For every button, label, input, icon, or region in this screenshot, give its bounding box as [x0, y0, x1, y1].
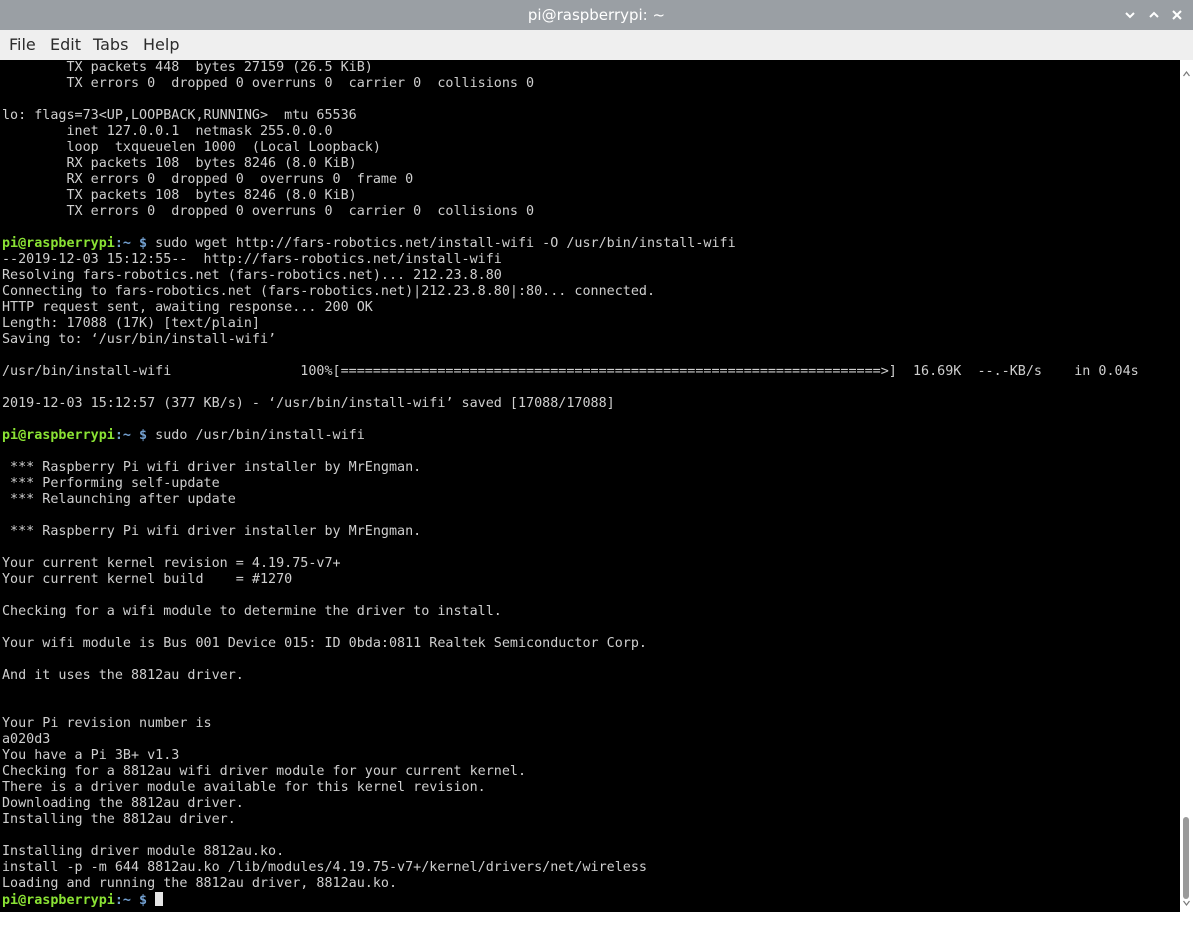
terminal-output[interactable]: TX packets 448 bytes 27159 (26.5 KiB) TX… [0, 60, 1180, 912]
terminal-line: Your current kernel build = #1270 [2, 572, 293, 587]
terminal-line: Downloading the 8812au driver. [2, 796, 244, 811]
terminal-line: loop txqueuelen 1000 (Local Loopback) [2, 140, 381, 155]
terminal-line: lo: flags=73<UP,LOOPBACK,RUNNING> mtu 65… [2, 108, 357, 123]
text-cursor [155, 892, 164, 906]
terminal-line: TX packets 448 bytes 27159 (26.5 KiB) [2, 60, 373, 75]
terminal-line: Your current kernel revision = 4.19.75-v… [2, 556, 341, 571]
chevron-up-icon [1145, 6, 1163, 24]
terminal-line: RX errors 0 dropped 0 overruns 0 frame 0 [2, 172, 414, 187]
terminal-line: TX packets 108 bytes 8246 (8.0 KiB) [2, 188, 357, 203]
terminal-line: Connecting to fars-robotics.net (fars-ro… [2, 284, 656, 299]
chevron-down-icon [1121, 6, 1139, 24]
prompt-user: pi@raspberrypi [2, 236, 115, 251]
terminal-line: a020d3 [2, 732, 51, 747]
prompt-user: pi@raspberrypi [2, 428, 115, 443]
menu-file[interactable]: File [8, 30, 37, 60]
command-text: sudo /usr/bin/install-wifi [147, 428, 365, 443]
terminal-line: There is a driver module available for t… [2, 780, 486, 795]
scroll-down-arrow-icon[interactable] [1183, 891, 1190, 910]
terminal-line: /usr/bin/install-wifi 100%[=============… [2, 364, 1139, 379]
terminal-line: HTTP request sent, awaiting response... … [2, 300, 373, 315]
terminal-line: inet 127.0.0.1 netmask 255.0.0.0 [2, 124, 333, 139]
terminal-line: Checking for a wifi module to determine … [2, 604, 502, 619]
terminal-line: install -p -m 644 8812au.ko /lib/modules… [2, 860, 647, 875]
command-text: sudo wget http://fars-robotics.net/insta… [147, 236, 736, 251]
terminal-line: Resolving fars-robotics.net (fars-roboti… [2, 268, 502, 283]
scrollbar-thumb[interactable] [1183, 817, 1189, 899]
terminal-line: And it uses the 8812au driver. [2, 668, 244, 683]
terminal-line: Your wifi module is Bus 001 Device 015: … [2, 636, 647, 651]
terminal-prompt-line: pi@raspberrypi:~ $ [2, 892, 164, 908]
vertical-scrollbar[interactable] [1180, 60, 1193, 912]
terminal-line: Installing the 8812au driver. [2, 812, 236, 827]
terminal-line: 2019-12-03 15:12:57 (377 KB/s) - ‘/usr/b… [2, 396, 615, 411]
terminal-line: Saving to: ‘/usr/bin/install-wifi’ [2, 332, 277, 347]
terminal-line: *** Performing self-update [2, 476, 220, 491]
menu-help[interactable]: Help [142, 30, 180, 60]
prompt-path: :~ $ [114, 893, 148, 908]
menu-bar: File Edit Tabs Help [0, 30, 1193, 60]
window-bottom-edge [0, 912, 1193, 945]
prompt-path: :~ $ [114, 236, 148, 251]
terminal-line: Loading and running the 8812au driver, 8… [2, 876, 398, 891]
terminal-line: *** Relaunching after update [2, 492, 236, 507]
prompt-user: pi@raspberrypi [2, 893, 115, 908]
close-button[interactable] [1168, 6, 1186, 24]
close-icon [1168, 6, 1186, 24]
terminal-line: *** Raspberry Pi wifi driver installer b… [2, 460, 422, 475]
prompt-path: :~ $ [114, 428, 148, 443]
window-title: pi@raspberrypi: ~ [527, 6, 666, 24]
terminal-prompt-line: pi@raspberrypi:~ $ sudo /usr/bin/install… [2, 428, 365, 444]
terminal-line: --2019-12-03 15:12:55-- http://fars-robo… [2, 252, 502, 267]
menu-edit[interactable]: Edit [49, 30, 82, 60]
terminal-line: *** Raspberry Pi wifi driver installer b… [2, 524, 422, 539]
terminal-prompt-line: pi@raspberrypi:~ $ sudo wget http://fars… [2, 236, 736, 252]
terminal-line: Your Pi revision number is [2, 716, 212, 731]
terminal-line: Installing driver module 8812au.ko. [2, 844, 285, 859]
menu-tabs[interactable]: Tabs [92, 30, 129, 60]
terminal-line: You have a Pi 3B+ v1.3 [2, 748, 180, 763]
title-bar: pi@raspberrypi: ~ [0, 0, 1193, 30]
minimize-button[interactable] [1121, 6, 1139, 24]
terminal-line: Length: 17088 (17K) [text/plain] [2, 316, 260, 331]
terminal-line: Checking for a 8812au wifi driver module… [2, 764, 527, 779]
maximize-button[interactable] [1145, 6, 1163, 24]
terminal-line: TX errors 0 dropped 0 overruns 0 carrier… [2, 76, 535, 91]
scroll-up-arrow-icon[interactable] [1183, 62, 1190, 81]
terminal-line: RX packets 108 bytes 8246 (8.0 KiB) [2, 156, 357, 171]
terminal-line: TX errors 0 dropped 0 overruns 0 carrier… [2, 204, 535, 219]
